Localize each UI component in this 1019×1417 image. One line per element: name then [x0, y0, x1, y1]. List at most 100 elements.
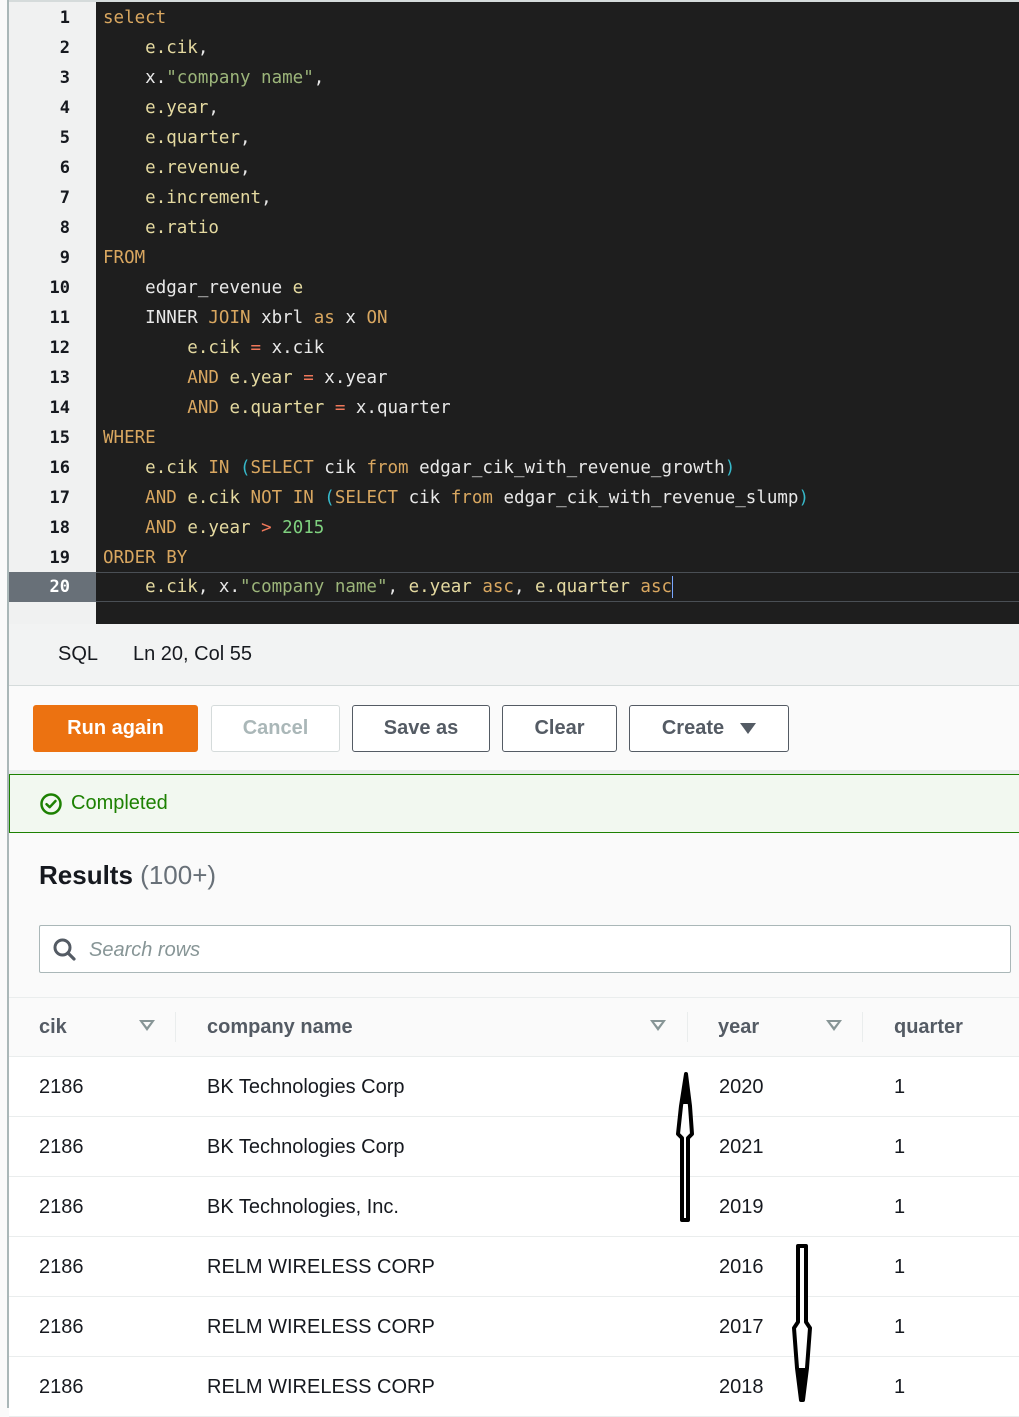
code-line[interactable]: 11 INNER JOIN xbrl as x ON — [9, 303, 1019, 333]
cell-company-name: RELM WIRELESS CORP — [207, 1256, 435, 1278]
sort-icon[interactable] — [650, 1020, 666, 1031]
search-icon — [53, 938, 76, 961]
code-line[interactable]: 5 e.quarter, — [9, 123, 1019, 153]
results-heading: Results (100+) — [39, 860, 216, 891]
language-indicator: SQL — [58, 643, 99, 665]
code-line[interactable]: 3 x."company name", — [9, 63, 1019, 93]
line-number: 11 — [49, 308, 70, 328]
code-line[interactable]: 8 e.ratio — [9, 213, 1019, 243]
sql-editor[interactable]: 1 select 2 e.cik, 3 x."company name", 4 … — [9, 0, 1019, 624]
table-row[interactable]: 2186 RELM WIRELESS CORP 2016 1 — [9, 1237, 1019, 1297]
code-line[interactable]: 1 select — [9, 3, 1019, 33]
line-number-active: 20 — [9, 572, 96, 602]
run-again-button[interactable]: Run again — [33, 705, 198, 752]
down-arrow-annotation-icon — [792, 1244, 812, 1402]
code-line[interactable]: 6 e.revenue, — [9, 153, 1019, 183]
line-number: 15 — [49, 428, 70, 448]
line-number: 6 — [59, 158, 70, 178]
cell-cik: 2186 — [39, 1196, 84, 1218]
code-line[interactable]: 4 e.year, — [9, 93, 1019, 123]
table-row[interactable]: 2186 RELM WIRELESS CORP 2018 1 — [9, 1357, 1019, 1417]
cell-company-name: RELM WIRELESS CORP — [207, 1316, 435, 1338]
line-number: 10 — [49, 278, 70, 298]
query-status-alert: Completed — [9, 774, 1019, 833]
cell-quarter: 1 — [894, 1196, 906, 1218]
column-header-quarter[interactable]: quarter — [894, 998, 963, 1056]
editor-status-bar: SQL Ln 20, Col 55 — [9, 624, 1019, 686]
table-row[interactable]: 2186 BK Technologies Corp 2020 1 — [9, 1057, 1019, 1117]
code-line[interactable]: 7 e.increment, — [9, 183, 1019, 213]
keyword: select — [103, 8, 167, 28]
table-top-border — [9, 997, 1019, 998]
text-cursor — [672, 576, 674, 598]
save-as-button[interactable]: Save as — [352, 705, 490, 752]
cell-company-name: RELM WIRELESS CORP — [207, 1376, 435, 1398]
column-header-cik[interactable]: cik — [39, 998, 67, 1056]
cell-year: 2016 — [719, 1256, 764, 1278]
up-arrow-annotation-icon — [676, 1072, 694, 1222]
line-number: 3 — [59, 68, 70, 88]
cancel-label: Cancel — [242, 717, 309, 739]
results-count: (100+) — [140, 860, 217, 890]
code-line[interactable]: 2 e.cik, — [9, 33, 1019, 63]
sort-icon[interactable] — [139, 1020, 155, 1031]
column-resizer[interactable] — [687, 1012, 688, 1042]
cell-quarter: 1 — [894, 1316, 906, 1338]
identifier: e.cik — [145, 38, 198, 58]
line-number: 4 — [59, 98, 70, 118]
line-number: 13 — [49, 368, 70, 388]
line-number: 5 — [59, 128, 70, 148]
code-line[interactable]: 17 AND e.cik NOT IN (SELECT cik from edg… — [9, 483, 1019, 513]
code-line[interactable]: 10 edgar_revenue e — [9, 273, 1019, 303]
cell-cik: 2186 — [39, 1136, 84, 1158]
code-line[interactable]: 13 AND e.year = x.year — [9, 363, 1019, 393]
cursor-position: Ln 20, Col 55 — [133, 643, 252, 665]
column-resizer[interactable] — [175, 1012, 176, 1042]
code-line[interactable]: 14 AND e.quarter = x.quarter — [9, 393, 1019, 423]
status-label: Completed — [71, 792, 168, 814]
cell-cik: 2186 — [39, 1256, 84, 1278]
code-line[interactable]: 15 WHERE — [9, 423, 1019, 453]
cell-quarter: 1 — [894, 1256, 906, 1278]
code-line[interactable]: 12 e.cik = x.cik — [9, 333, 1019, 363]
cancel-button[interactable]: Cancel — [211, 705, 340, 752]
line-number: 9 — [59, 248, 70, 268]
column-header-year[interactable]: year — [718, 998, 759, 1056]
clear-label: Clear — [534, 717, 585, 739]
code-line[interactable]: 16 e.cik IN (SELECT cik from edgar_cik_w… — [9, 453, 1019, 483]
table-row[interactable]: 2186 BK Technologies, Inc. 2019 1 — [9, 1177, 1019, 1237]
table-row[interactable]: 2186 RELM WIRELESS CORP 2017 1 — [9, 1297, 1019, 1357]
create-label: Create — [661, 717, 725, 739]
code-line[interactable]: 18 AND e.year > 2015 — [9, 513, 1019, 543]
line-number: 8 — [59, 218, 70, 238]
code-line[interactable]: 9 FROM — [9, 243, 1019, 273]
column-header-company-name[interactable]: company name — [207, 998, 353, 1056]
line-number: 16 — [49, 458, 70, 478]
line-number: 18 — [49, 518, 70, 538]
search-rows-field[interactable] — [39, 925, 1011, 974]
code-line[interactable]: 19 ORDER BY — [9, 543, 1019, 573]
sort-icon[interactable] — [826, 1020, 842, 1031]
create-dropdown-button[interactable]: Create — [629, 705, 789, 752]
column-resizer[interactable] — [862, 1012, 863, 1042]
cell-company-name: BK Technologies Corp — [207, 1136, 405, 1158]
cell-year: 2018 — [719, 1376, 764, 1398]
table-row[interactable]: 2186 BK Technologies Corp 2021 1 — [9, 1117, 1019, 1177]
cell-company-name: BK Technologies Corp — [207, 1076, 405, 1098]
cell-company-name: BK Technologies, Inc. — [207, 1196, 399, 1218]
string-literal: "company name" — [166, 68, 314, 88]
line-number: 14 — [49, 398, 70, 418]
cell-cik: 2186 — [39, 1076, 84, 1098]
code-line-active[interactable]: 20 e.cik, x."company name", e.year asc, … — [9, 572, 1019, 602]
save-as-label: Save as — [383, 717, 459, 739]
cell-quarter: 1 — [894, 1076, 906, 1098]
line-number: 2 — [59, 38, 70, 58]
cell-year: 2017 — [719, 1316, 764, 1338]
clear-button[interactable]: Clear — [502, 705, 617, 752]
run-again-label: Run again — [67, 717, 164, 739]
cell-quarter: 1 — [894, 1376, 906, 1398]
page-left-border — [7, 0, 9, 1408]
search-rows-input[interactable] — [87, 926, 991, 974]
line-number: 19 — [49, 548, 70, 568]
cell-cik: 2186 — [39, 1316, 84, 1338]
